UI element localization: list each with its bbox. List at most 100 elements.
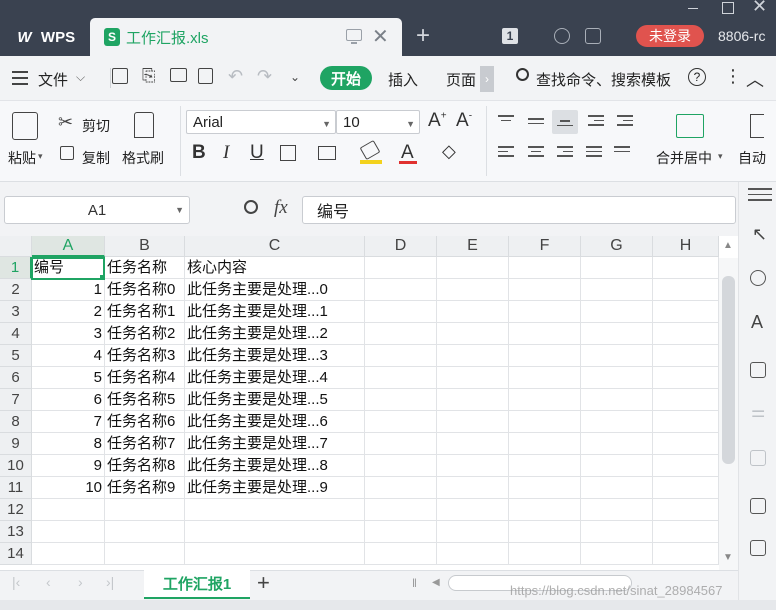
side-panel-menu-icon[interactable] (748, 188, 772, 201)
print-preview-icon[interactable] (198, 68, 213, 84)
table-cell[interactable] (509, 521, 581, 543)
table-cell[interactable]: 此任务主要是处理...7 (185, 433, 365, 455)
table-cell[interactable] (365, 543, 437, 565)
copy-button[interactable]: 复制 (82, 148, 110, 168)
prev-sheet-icon[interactable]: ‹ (46, 574, 51, 590)
table-cell[interactable] (653, 499, 719, 521)
cell-style-icon[interactable] (318, 146, 336, 160)
table-cell[interactable]: 任务名称9 (105, 477, 185, 499)
table-cell[interactable]: 核心内容 (185, 257, 365, 279)
table-cell[interactable] (581, 367, 653, 389)
table-cell[interactable]: 9 (32, 455, 105, 477)
add-sheet-button[interactable]: + (257, 570, 270, 596)
table-cell[interactable] (365, 455, 437, 477)
share-icon[interactable] (750, 540, 766, 556)
sheet-tab-active[interactable]: 工作汇报1 (144, 570, 250, 599)
table-cell[interactable] (653, 323, 719, 345)
table-cell[interactable] (509, 301, 581, 323)
clear-format-icon[interactable]: ◇ (442, 141, 456, 162)
new-tab-button[interactable]: + (416, 22, 430, 50)
table-cell[interactable]: 任务名称6 (105, 411, 185, 433)
table-cell[interactable] (437, 455, 509, 477)
paste-button[interactable]: 粘贴 (8, 148, 36, 168)
font-size-select[interactable]: 10 ▼ (336, 110, 420, 134)
table-cell[interactable] (509, 323, 581, 345)
increase-font-icon[interactable]: A+ (428, 110, 447, 132)
table-cell[interactable] (437, 257, 509, 279)
align-middle-icon[interactable] (528, 118, 544, 127)
close-tab-icon[interactable]: ✕ (372, 24, 389, 49)
row-header[interactable]: 10 (0, 455, 32, 477)
merge-center-button[interactable]: 合并居中 (656, 148, 712, 168)
tab-start[interactable]: 开始 (320, 66, 372, 90)
row-header[interactable]: 5 (0, 345, 32, 367)
table-cell[interactable]: 任务名称8 (105, 455, 185, 477)
column-header[interactable]: D (365, 236, 437, 257)
table-cell[interactable] (509, 411, 581, 433)
table-cell[interactable] (509, 499, 581, 521)
table-cell[interactable] (365, 301, 437, 323)
merge-dropdown-icon[interactable]: ▾ (718, 151, 723, 162)
table-cell[interactable] (653, 411, 719, 433)
table-cell[interactable] (653, 521, 719, 543)
column-header[interactable]: G (581, 236, 653, 257)
table-cell[interactable]: 此任务主要是处理...8 (185, 455, 365, 477)
table-cell[interactable] (653, 477, 719, 499)
row-header[interactable]: 11 (0, 477, 32, 499)
format-painter-icon[interactable] (134, 112, 154, 138)
table-cell[interactable]: 任务名称4 (105, 367, 185, 389)
table-cell[interactable] (437, 345, 509, 367)
table-cell[interactable]: 3 (32, 323, 105, 345)
table-cell[interactable] (581, 345, 653, 367)
table-cell[interactable] (509, 367, 581, 389)
row-header[interactable]: 2 (0, 279, 32, 301)
borders-icon[interactable] (280, 145, 296, 161)
export-pdf-icon[interactable]: ⎘ (142, 66, 156, 86)
table-cell[interactable] (437, 367, 509, 389)
table-cell[interactable] (365, 389, 437, 411)
table-cell[interactable] (365, 477, 437, 499)
table-cell[interactable] (581, 543, 653, 565)
table-cell[interactable] (653, 389, 719, 411)
auto-wrap-button[interactable]: 自动 (738, 148, 766, 168)
underline-button[interactable]: U (250, 142, 264, 164)
align-center-icon[interactable] (528, 146, 544, 160)
table-cell[interactable]: 5 (32, 367, 105, 389)
column-header[interactable]: F (509, 236, 581, 257)
file-menu[interactable]: 文件 (38, 69, 68, 90)
table-cell[interactable] (653, 543, 719, 565)
paste-icon[interactable] (12, 112, 38, 140)
table-cell[interactable]: 6 (32, 389, 105, 411)
tab-insert[interactable]: 插入 (388, 69, 418, 90)
wps-home-tab[interactable]: W WPS (0, 18, 88, 56)
row-header[interactable]: 6 (0, 367, 32, 389)
format-painter-button[interactable]: 格式刷 (122, 148, 164, 168)
align-right-icon[interactable] (557, 146, 573, 160)
image-edit-icon[interactable] (750, 450, 766, 466)
align-left-icon[interactable] (498, 146, 514, 160)
table-cell[interactable]: 4 (32, 345, 105, 367)
row-header[interactable]: 12 (0, 499, 32, 521)
row-header[interactable]: 4 (0, 323, 32, 345)
table-cell[interactable]: 10 (32, 477, 105, 499)
name-box[interactable]: A1 ▼ (4, 196, 190, 224)
cut-button[interactable]: 剪切 (82, 116, 110, 136)
table-cell[interactable] (653, 257, 719, 279)
cursor-select-icon[interactable]: ↖ (752, 224, 767, 245)
table-cell[interactable] (509, 345, 581, 367)
column-header[interactable]: H (653, 236, 719, 257)
table-cell[interactable] (365, 323, 437, 345)
table-cell[interactable] (105, 521, 185, 543)
auto-wrap-icon[interactable] (750, 114, 764, 138)
table-cell[interactable] (653, 367, 719, 389)
table-cell[interactable] (509, 477, 581, 499)
table-cell[interactable] (509, 433, 581, 455)
align-top-icon[interactable] (498, 115, 514, 124)
shapes-icon[interactable] (750, 270, 766, 286)
table-cell[interactable] (581, 279, 653, 301)
table-cell[interactable] (437, 279, 509, 301)
table-cell[interactable] (437, 411, 509, 433)
print-icon[interactable] (170, 68, 187, 82)
scroll-left-icon[interactable]: ◀ (432, 577, 440, 588)
table-cell[interactable] (509, 455, 581, 477)
